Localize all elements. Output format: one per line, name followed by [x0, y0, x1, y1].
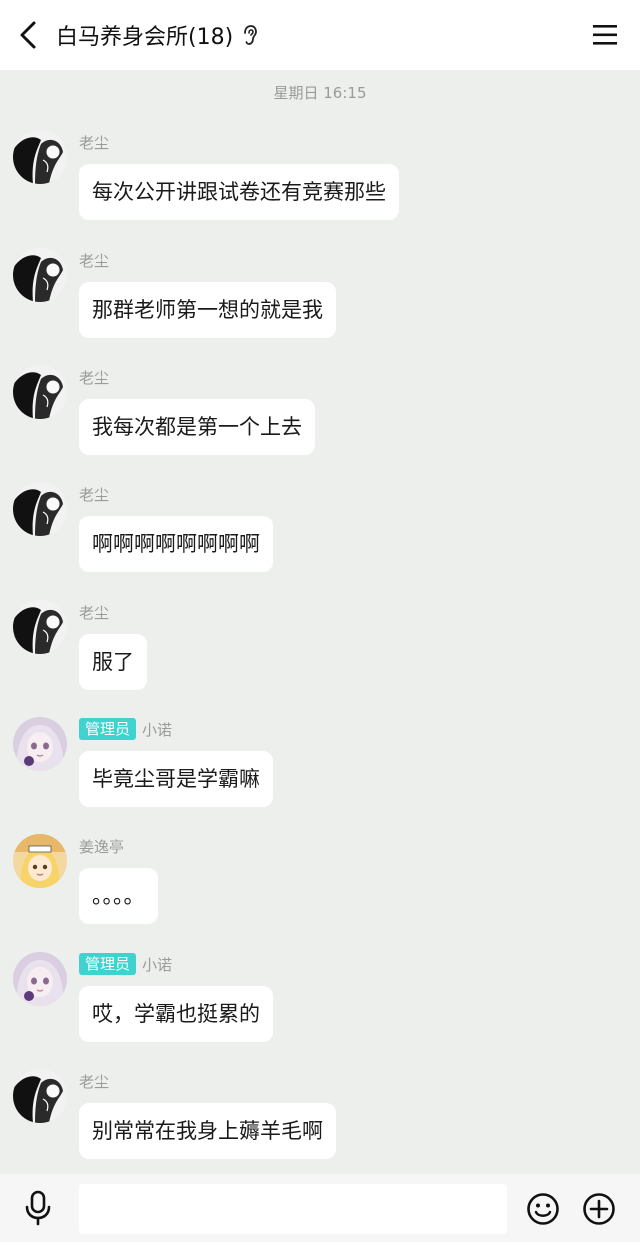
- plus-circle-icon: [583, 1193, 615, 1225]
- avatar[interactable]: [13, 1069, 67, 1123]
- title-group: 白马养身会所(18): [56, 0, 259, 70]
- input-bar: [0, 1174, 640, 1242]
- message-item: 管理员 小诺 哎，学霸也挺累的: [0, 952, 640, 1062]
- message-item: 老尘 我每次都是第一个上去: [0, 365, 640, 475]
- sender-name: 老尘: [79, 1072, 110, 1091]
- message-bubble[interactable]: 每次公开讲跟试卷还有竞赛那些: [79, 164, 399, 220]
- ear-icon: [244, 25, 258, 45]
- manga-avatar-icon: [13, 600, 67, 654]
- message-bubble[interactable]: 。。。。: [79, 868, 158, 924]
- message-item: 姜逸亭 。。。。: [0, 834, 640, 944]
- avatar[interactable]: [13, 365, 67, 419]
- sender-name: 老尘: [79, 251, 110, 270]
- message-meta: 老尘: [79, 1069, 109, 1093]
- avatar[interactable]: [13, 130, 67, 184]
- avatar[interactable]: [13, 717, 67, 771]
- message-meta: 管理员 小诺: [79, 952, 172, 976]
- sender-name: 老尘: [79, 133, 110, 152]
- avatar[interactable]: [13, 600, 67, 654]
- message-item: 老尘 每次公开讲跟试卷还有竞赛那些: [0, 130, 640, 240]
- sender-name: 小诺: [142, 955, 173, 974]
- chevron-left-icon: [20, 21, 36, 49]
- message-meta: 管理员 小诺: [79, 717, 172, 741]
- sender-name: 老尘: [79, 485, 110, 504]
- microphone-icon: [25, 1190, 51, 1226]
- avatar[interactable]: [13, 834, 67, 888]
- message-bubble[interactable]: 啊啊啊啊啊啊啊啊: [79, 516, 273, 572]
- message-meta: 老尘: [79, 365, 109, 389]
- message-meta: 老尘: [79, 130, 109, 154]
- chat-title: 白马养身会所(18): [56, 25, 234, 50]
- avatar[interactable]: [13, 248, 67, 302]
- message-bubble[interactable]: 毕竟尘哥是学霸嘛: [79, 751, 273, 807]
- message-input[interactable]: [79, 1184, 507, 1234]
- admin-badge: 管理员: [79, 718, 137, 740]
- sender-name: 小诺: [142, 720, 173, 739]
- message-meta: 姜逸亭: [79, 834, 124, 858]
- message-item: 老尘 啊啊啊啊啊啊啊啊: [0, 482, 640, 592]
- message-meta: 老尘: [79, 482, 109, 506]
- avatar[interactable]: [13, 482, 67, 536]
- more-button[interactable]: [582, 1192, 616, 1226]
- avatar[interactable]: [13, 952, 67, 1006]
- anime-girl-avatar-icon: [13, 717, 67, 771]
- voice-button[interactable]: [22, 1190, 54, 1226]
- sender-name: 姜逸亭: [79, 837, 125, 856]
- message-item: 老尘 服了: [0, 600, 640, 710]
- manga-avatar-icon: [13, 1069, 67, 1123]
- message-bubble[interactable]: 哎，学霸也挺累的: [79, 986, 273, 1042]
- message-bubble[interactable]: 服了: [79, 634, 147, 690]
- sender-name: 老尘: [79, 603, 110, 622]
- sender-name: 老尘: [79, 368, 110, 387]
- emoji-icon: [527, 1193, 559, 1225]
- message-meta: 老尘: [79, 600, 109, 624]
- message-item: 老尘 那群老师第一想的就是我: [0, 248, 640, 358]
- chat-timestamp: 星期日 16:15: [273, 84, 367, 102]
- message-item: 管理员 小诺 毕竟尘哥是学霸嘛: [0, 717, 640, 827]
- hamburger-menu-icon: [593, 25, 617, 45]
- anime-girl-avatar-icon: [13, 952, 67, 1006]
- anime-blonde-avatar-icon: [13, 834, 67, 888]
- message-bubble[interactable]: 我每次都是第一个上去: [79, 399, 315, 455]
- menu-button[interactable]: [590, 20, 620, 50]
- message-item: 老尘 别常常在我身上薅羊毛啊: [0, 1069, 640, 1179]
- manga-avatar-icon: [13, 482, 67, 536]
- admin-badge: 管理员: [79, 953, 137, 975]
- message-bubble[interactable]: 那群老师第一想的就是我: [79, 282, 336, 338]
- message-bubble[interactable]: 别常常在我身上薅羊毛啊: [79, 1103, 336, 1159]
- message-meta: 老尘: [79, 248, 109, 272]
- manga-avatar-icon: [13, 248, 67, 302]
- manga-avatar-icon: [13, 365, 67, 419]
- emoji-button[interactable]: [526, 1192, 560, 1226]
- back-button[interactable]: [10, 15, 46, 55]
- chat-header: 白马养身会所(18): [0, 0, 640, 70]
- manga-avatar-icon: [13, 130, 67, 184]
